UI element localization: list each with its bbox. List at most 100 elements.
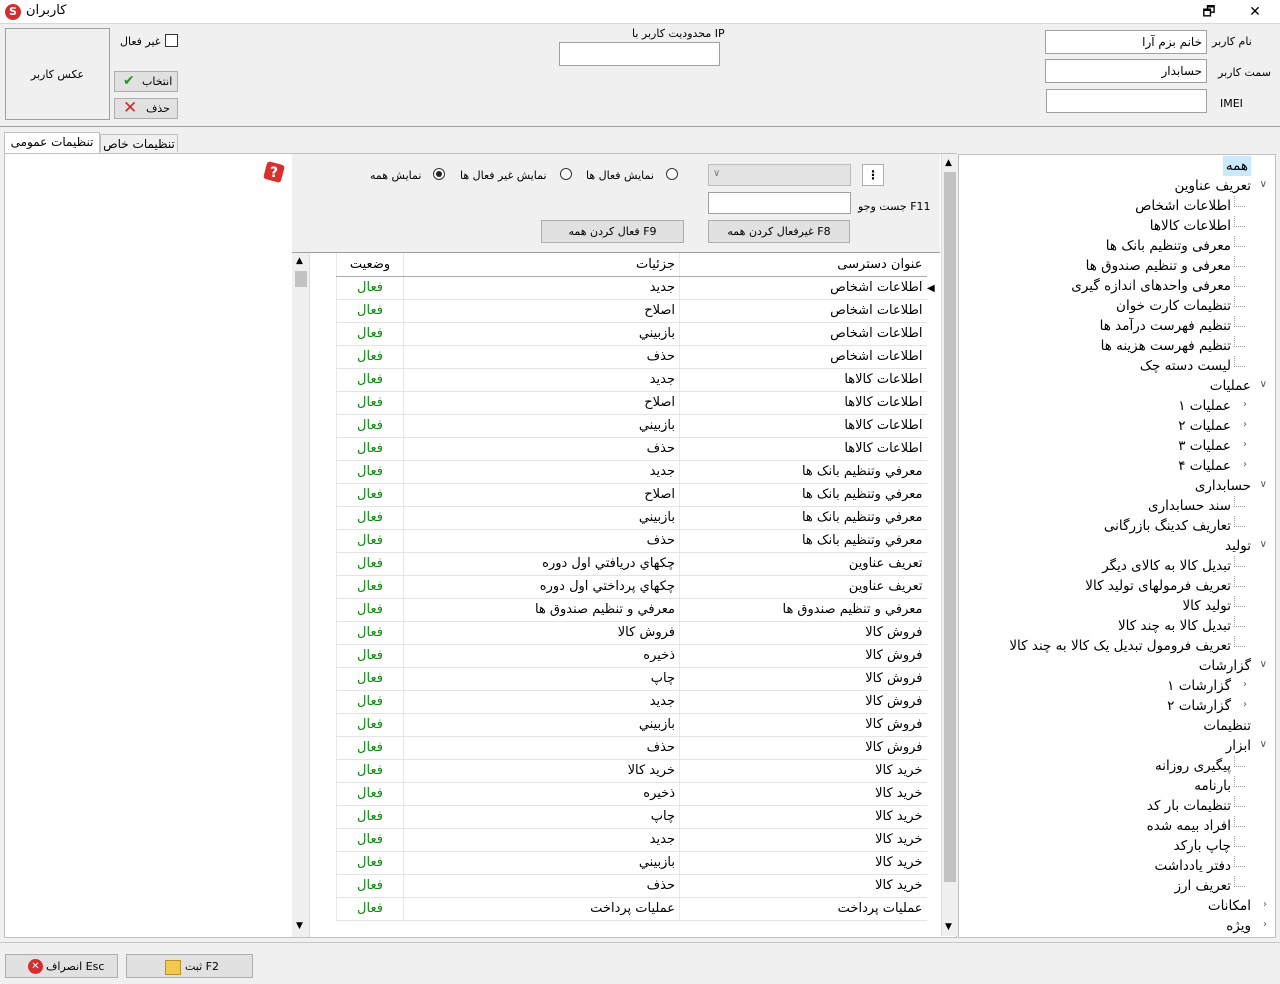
row-details[interactable]: جديد bbox=[403, 828, 680, 852]
row-details[interactable]: چاپ bbox=[403, 667, 680, 691]
table-row[interactable]: فعال جديد اطلاعات کالاها bbox=[336, 368, 927, 392]
row-title[interactable]: تعريف عناوين bbox=[679, 552, 927, 576]
table-row[interactable]: فعال بازبيني اطلاعات کالاها bbox=[336, 414, 927, 438]
chevron-down-icon[interactable]: ∨ bbox=[1260, 179, 1267, 190]
row-status[interactable]: فعال bbox=[336, 575, 404, 599]
tree-item[interactable]: گزارشات ۱ bbox=[1167, 676, 1231, 696]
row-details[interactable]: حذف bbox=[403, 437, 680, 461]
tree-item[interactable]: تنظیمات بار کد bbox=[1147, 796, 1231, 816]
table-row[interactable]: فعال حذف اطلاعات اشخاص bbox=[336, 345, 927, 369]
chevron-left-icon[interactable]: ‹ bbox=[1243, 699, 1247, 710]
row-title[interactable]: خريد کالا bbox=[679, 782, 927, 806]
tab-general-settings[interactable]: تنظیمات عمومی bbox=[4, 132, 100, 153]
tree-item[interactable]: چاپ بارکد bbox=[1174, 836, 1231, 856]
row-status[interactable]: فعال bbox=[336, 276, 404, 300]
table-row[interactable]: فعال حذف خريد کالا bbox=[336, 874, 927, 898]
table-row[interactable]: فعال چاپ خريد کالا bbox=[336, 805, 927, 829]
row-title[interactable]: اطلاعات اشخاص bbox=[679, 299, 927, 323]
row-title[interactable]: اطلاعات اشخاص bbox=[679, 276, 927, 300]
row-status[interactable]: فعال bbox=[336, 621, 404, 645]
table-row[interactable]: فعال چکهاي دريافتي اول دوره تعريف عناوين bbox=[336, 552, 927, 576]
row-title[interactable]: خريد کالا bbox=[679, 805, 927, 829]
save-button[interactable]: ثبت F2 bbox=[126, 954, 253, 978]
row-title[interactable]: اطلاعات اشخاص bbox=[679, 322, 927, 346]
tree-item[interactable]: بارنامه bbox=[1194, 776, 1231, 796]
inactive-checkbox[interactable] bbox=[165, 34, 178, 47]
tree-item[interactable]: معرفی و تنظیم صندوق ها bbox=[1086, 256, 1231, 276]
tree-item[interactable]: افراد بیمه شده bbox=[1147, 816, 1231, 836]
row-details[interactable]: جديد bbox=[403, 368, 680, 392]
row-details[interactable]: عمليات پرداخت bbox=[403, 897, 680, 921]
row-status[interactable]: فعال bbox=[336, 437, 404, 461]
delete-button[interactable]: ✕ حذف bbox=[114, 98, 178, 119]
header-title[interactable]: عنوان دسترسی bbox=[679, 253, 927, 277]
row-status[interactable]: فعال bbox=[336, 460, 404, 484]
help-icon[interactable]: ? bbox=[262, 160, 286, 184]
row-status[interactable]: فعال bbox=[336, 391, 404, 415]
role-input[interactable]: حسابدار bbox=[1045, 59, 1207, 83]
chevron-down-icon[interactable]: ∨ bbox=[1260, 659, 1267, 670]
row-details[interactable]: بازبيني bbox=[403, 506, 680, 530]
row-title[interactable]: معرفي وتنظيم بانک ها bbox=[679, 460, 927, 484]
row-status[interactable]: فعال bbox=[336, 483, 404, 507]
row-title[interactable]: فروش کالا bbox=[679, 690, 927, 714]
row-title[interactable]: معرفي وتنظيم بانک ها bbox=[679, 483, 927, 507]
row-details[interactable]: جديد bbox=[403, 690, 680, 714]
row-status[interactable]: فعال bbox=[336, 529, 404, 553]
row-status[interactable]: فعال bbox=[336, 713, 404, 737]
tree-item[interactable]: عملیات ۱ bbox=[1178, 396, 1231, 416]
table-row[interactable]: فعال جديد فروش کالا bbox=[336, 690, 927, 714]
table-row[interactable]: فعال اصلاح اطلاعات اشخاص bbox=[336, 299, 927, 323]
radio-show-inactive[interactable] bbox=[560, 168, 572, 180]
table-row[interactable]: فعال بازبيني فروش کالا bbox=[336, 713, 927, 737]
chevron-left-icon[interactable]: ‹ bbox=[1263, 919, 1267, 930]
row-details[interactable]: چکهاي دريافتي اول دوره bbox=[403, 552, 680, 576]
activate-all-button[interactable]: فعال کردن همه F9 bbox=[541, 220, 684, 243]
row-details[interactable]: چکهاي پرداختي اول دوره bbox=[403, 575, 680, 599]
row-details[interactable]: اصلاح bbox=[403, 483, 680, 507]
table-row[interactable]: فعال اصلاح معرفي وتنظيم بانک ها bbox=[336, 483, 927, 507]
row-title[interactable]: معرفي وتنظيم بانک ها bbox=[679, 529, 927, 553]
tree-item[interactable]: تعاریف کدینگ بازرگانی bbox=[1104, 516, 1231, 536]
user-photo-box[interactable]: عکس کاربر bbox=[5, 28, 110, 120]
row-details[interactable]: چاپ bbox=[403, 805, 680, 829]
tree-item[interactable]: عملیات ۴ bbox=[1178, 456, 1231, 476]
row-details[interactable]: ذخيره bbox=[403, 644, 680, 668]
row-status[interactable]: فعال bbox=[336, 690, 404, 714]
tab-special-settings[interactable]: تنظیمات خاص bbox=[100, 134, 178, 152]
tree-item[interactable]: تنظیم فهرست هزینه ها bbox=[1101, 336, 1231, 356]
row-title[interactable]: خريد کالا bbox=[679, 759, 927, 783]
chevron-left-icon[interactable]: ‹ bbox=[1243, 679, 1247, 690]
tree-item[interactable]: امکانات bbox=[1208, 896, 1251, 916]
row-title[interactable]: عمليات پرداخت bbox=[679, 897, 927, 921]
row-status[interactable]: فعال bbox=[336, 552, 404, 576]
row-title[interactable]: اطلاعات کالاها bbox=[679, 437, 927, 461]
tree-item[interactable]: ویژه bbox=[1226, 916, 1251, 936]
row-details[interactable]: بازبيني bbox=[403, 713, 680, 737]
row-details[interactable]: بازبيني bbox=[403, 414, 680, 438]
row-status[interactable]: فعال bbox=[336, 414, 404, 438]
tree-item[interactable]: تولید کالا bbox=[1182, 596, 1231, 616]
row-details[interactable]: بازبيني bbox=[403, 851, 680, 875]
tree-item[interactable]: معرفی وتنظیم بانک ها bbox=[1106, 236, 1231, 256]
row-title[interactable]: خريد کالا bbox=[679, 828, 927, 852]
select-button[interactable]: ✔ انتخاب bbox=[114, 71, 178, 92]
row-status[interactable]: فعال bbox=[336, 322, 404, 346]
table-row[interactable]: فعال فروش کالا فروش کالا bbox=[336, 621, 927, 645]
table-row[interactable]: فعال حذف معرفي وتنظيم بانک ها bbox=[336, 529, 927, 553]
grid-scrollbar[interactable]: ▲ ▼ bbox=[292, 253, 310, 937]
row-details[interactable]: اصلاح bbox=[403, 391, 680, 415]
row-status[interactable]: فعال bbox=[336, 851, 404, 875]
tree-item[interactable]: دفتر یادداشت bbox=[1155, 856, 1232, 876]
chevron-down-icon[interactable]: ∨ bbox=[1260, 539, 1267, 550]
username-input[interactable]: خانم بزم آرا bbox=[1045, 30, 1207, 54]
table-row[interactable]: فعال بازبيني معرفي وتنظيم بانک ها bbox=[336, 506, 927, 530]
table-row[interactable]: فعال معرفي و تنظيم صندوق ها معرفي و تنظيم … bbox=[336, 598, 927, 622]
row-title[interactable]: معرفي وتنظيم بانک ها bbox=[679, 506, 927, 530]
row-status[interactable]: فعال bbox=[336, 598, 404, 622]
radio-show-all[interactable] bbox=[433, 168, 445, 180]
row-status[interactable]: فعال bbox=[336, 897, 404, 921]
row-title[interactable]: خريد کالا bbox=[679, 874, 927, 898]
tree-item[interactable]: تعریف ارز bbox=[1174, 876, 1231, 896]
tree-item[interactable]: اطلاعات کالاها bbox=[1150, 216, 1231, 236]
